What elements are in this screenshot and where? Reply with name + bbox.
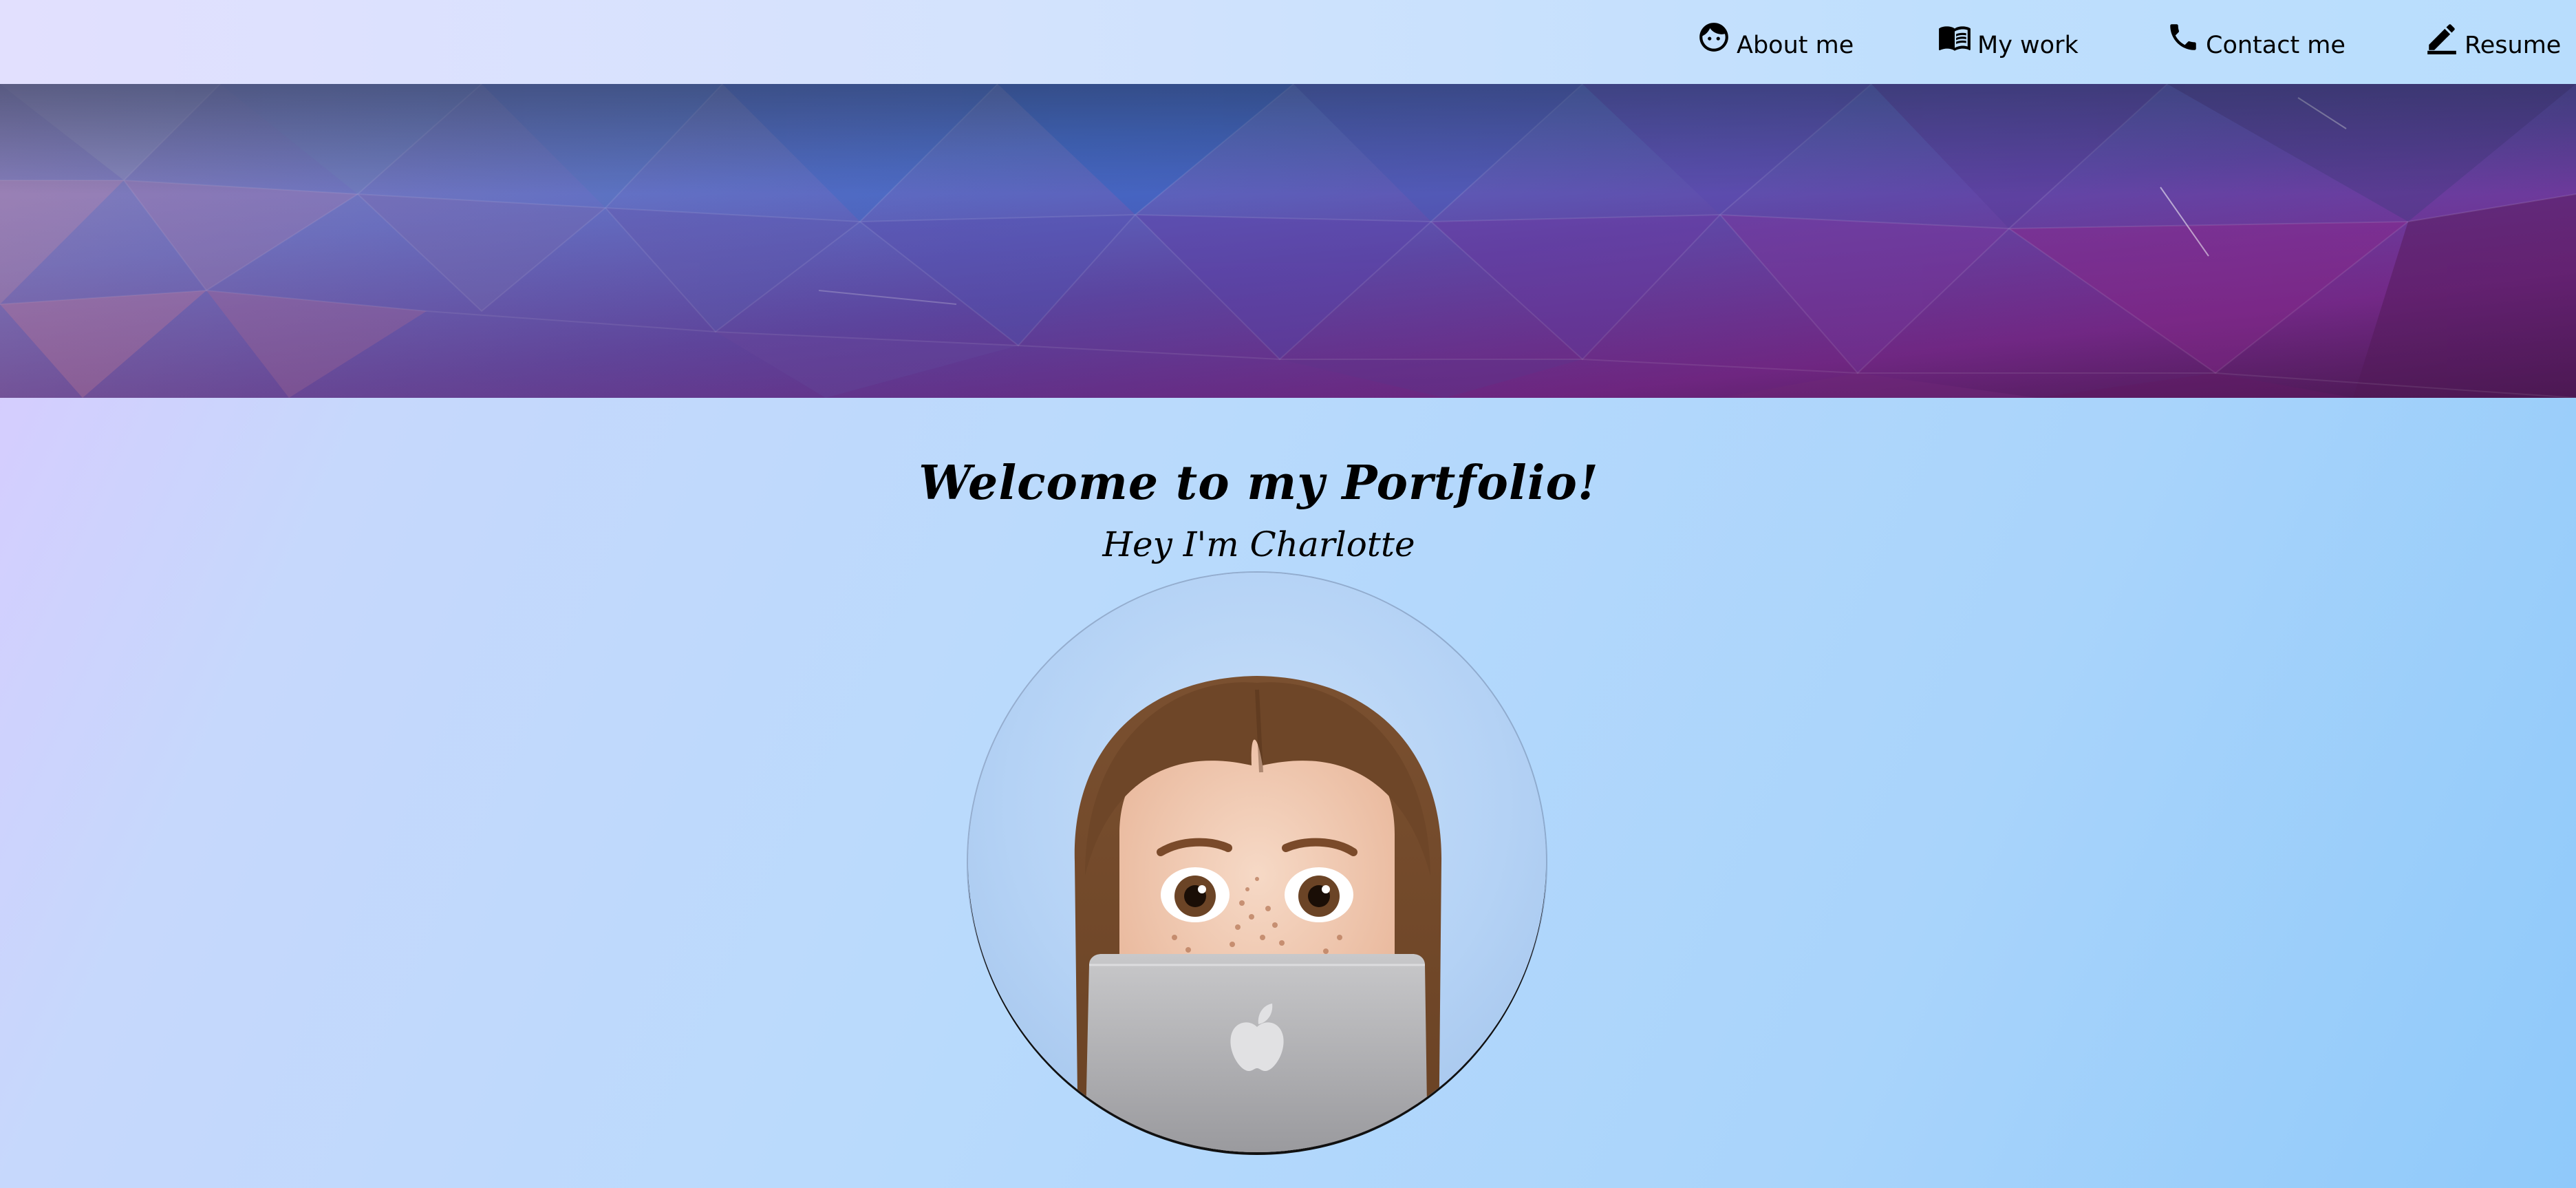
nav-my-work[interactable]: My work (1938, 23, 2079, 62)
face-icon (1697, 20, 1731, 54)
nav-about-me-label: About me (1737, 32, 1854, 59)
nav-contact-me[interactable]: Contact me (2166, 23, 2346, 62)
page-title: Welcome to my Portfolio! (919, 455, 1599, 511)
phone-icon (2166, 20, 2200, 54)
nav-contact-me-label: Contact me (2206, 32, 2346, 59)
top-navbar: About me My work Contact me Resume (0, 0, 2576, 84)
page-subtitle: Hey I'm Charlotte (1102, 524, 1415, 564)
book-icon (1938, 20, 1972, 54)
nav-my-work-label: My work (1977, 32, 2079, 59)
nav-resume[interactable]: Resume (2425, 23, 2561, 62)
profile-avatar (968, 573, 1546, 1152)
nav-resume-label: Resume (2465, 32, 2562, 59)
header-banner-image (0, 84, 2576, 398)
nav-about-me[interactable]: About me (1697, 23, 1854, 62)
pencil-icon (2425, 20, 2459, 54)
